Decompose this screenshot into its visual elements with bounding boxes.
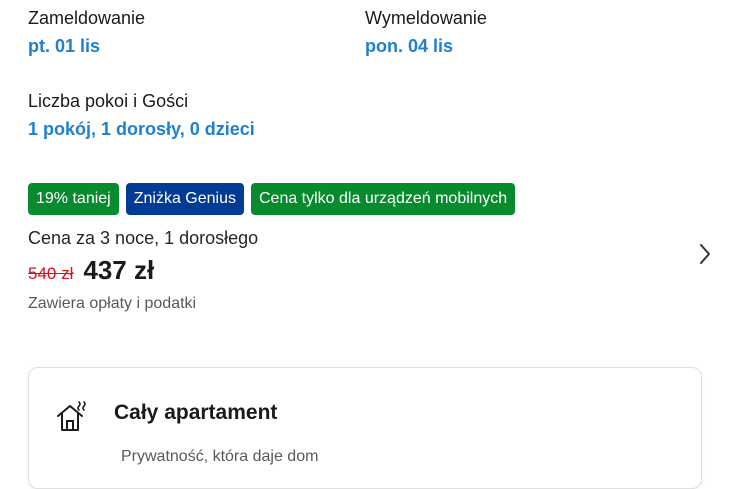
- deal-badges: 19% taniej Zniżka Genius Cena tylko dla …: [28, 183, 516, 215]
- rooms-guests-value[interactable]: 1 pokój, 1 dorosły, 0 dzieci: [28, 119, 255, 140]
- checkin-date[interactable]: pt. 01 lis: [28, 36, 100, 57]
- checkout-date[interactable]: pon. 04 lis: [365, 36, 453, 57]
- chevron-right-icon[interactable]: [697, 242, 713, 266]
- property-type-title: Cały apartament: [114, 401, 278, 424]
- discount-badge: 19% taniej: [28, 183, 119, 215]
- price-note: Zawiera opłaty i podatki: [28, 295, 197, 312]
- genius-badge: Zniżka Genius: [125, 183, 244, 215]
- rooms-guests-label: Liczba pokoi i Gości: [28, 91, 189, 111]
- property-type-subtitle: Prywatność, która daje dom: [121, 448, 319, 465]
- house-icon: [57, 401, 86, 431]
- current-price: 437 zł: [83, 255, 155, 285]
- old-price: 540 zł: [28, 264, 74, 283]
- property-card: Cały apartament Prywatność, która daje d…: [28, 367, 702, 489]
- price-line: 540 zł 437 zł: [28, 255, 154, 286]
- price-label: Cena za 3 noce, 1 dorosłego: [28, 228, 259, 248]
- checkout-label: Wymeldowanie: [365, 8, 487, 28]
- price-row[interactable]: Cena za 3 noce, 1 dorosłego 540 zł 437 z…: [0, 225, 730, 325]
- mobile-price-badge: Cena tylko dla urządzeń mobilnych: [250, 183, 516, 215]
- checkin-label: Zameldowanie: [28, 8, 146, 28]
